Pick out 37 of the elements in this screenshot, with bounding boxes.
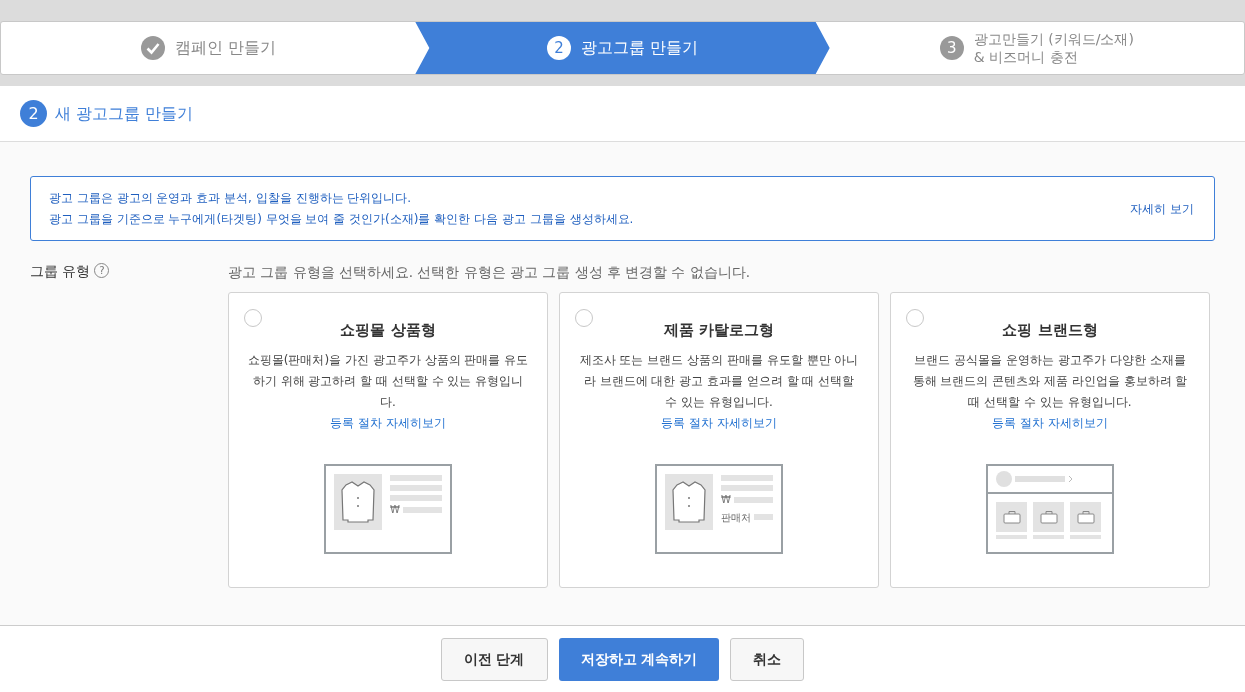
step-label: 광고그룹 만들기: [580, 37, 699, 59]
procedure-link[interactable]: 등록 절차 자세히보기: [330, 412, 446, 434]
footer-button[interactable]: 이전 단계: [440, 637, 548, 681]
step-label: & 비즈머니 충전: [973, 48, 1079, 66]
group-type-card[interactable]: 제품 카탈로그형 제조사 또는 브랜드 상품의 판매를 유도할 뿐만 아니라 브랜드에 대한 광고 효과를 얻으려 할 때 선택할 수 있는 유형입니다. 등록 절차 자세히보기 ₩ 판매처: [559, 292, 879, 589]
group-type-card[interactable]: 쇼핑몰 상품형 쇼핑몰(판매처)을 가진 광고주가 상품의 판매를 유도하기 위해 광고하려 할 때 선택할 수 있는 유형입니다. 등록 절차 자세히보기 ₩: [228, 292, 548, 589]
group-type-card[interactable]: 쇼핑 브랜드형 브랜드 공식몰을 운영하는 광고주가 다양한 소재를 통해 브랜드의 콘텐츠와 제품 라인업을 홍보하려 할 때 선택할 수 있는 유형입니다. 등록 절차 자세히보기: [890, 292, 1210, 589]
step-tab[interactable]: 3 광고만들기 (키워드/소재) & 비즈머니 충전: [829, 22, 1244, 74]
seller-label: 판매처: [721, 511, 751, 523]
info-text: 광고 그룹은 광고의 운영과 효과 분석, 입찰을 진행하는 단위입니다.: [49, 190, 413, 207]
procedure-link[interactable]: 등록 절차 자세히보기: [661, 412, 777, 434]
card-title: 쇼핑몰 상품형: [340, 320, 436, 342]
step-number: 3: [939, 36, 964, 60]
card-title: 제품 카탈로그형: [663, 320, 775, 342]
group-type-instruction: 광고 그룹 유형을 선택하세요. 선택한 유형은 광고 그룹 생성 후 변경할 수 없습니다.: [228, 263, 752, 282]
currency-symbol: ₩: [390, 504, 400, 515]
info-text: 광고 그룹을 기준으로 누구에게(타겟팅) 무엇을 보여 줄 것인가(소재)를 확인한 다음 광고 그룹을 생성하세요.: [49, 211, 634, 228]
details-link[interactable]: 자세히 보기: [1130, 199, 1194, 218]
step-label: 캠페인 만들기: [174, 37, 276, 59]
card-description: 제조사 또는 브랜드 상품의 판매를 유도할 뿐만 아니라 브랜드에 대한 광고 효과를 얻으려 할 때 선택할 수 있는 유형입니다.: [578, 351, 860, 411]
step-tab[interactable]: 2 광고그룹 만들기: [415, 22, 830, 74]
shirt-icon: [671, 479, 707, 524]
currency-symbol: ₩: [721, 494, 731, 505]
section-number: 2: [20, 100, 47, 127]
group-type-label: 그룹 유형: [30, 262, 91, 281]
procedure-link[interactable]: 등록 절차 자세히보기: [992, 412, 1108, 434]
step-tab[interactable]: 캠페인 만들기: [1, 22, 416, 74]
step-number: 2: [546, 36, 571, 60]
footer-button[interactable]: 저장하고 계속하기: [558, 637, 720, 681]
section-title: 새 광고그룹 만들기: [55, 102, 194, 125]
shirt-icon: [340, 479, 376, 524]
step-label: 광고만들기 (키워드/소재): [973, 30, 1134, 48]
card-description: 브랜드 공식몰을 운영하는 광고주가 다양한 소재를 통해 브랜드의 콘텐츠와 제품 라인업을 홍보하려 할 때 선택할 수 있는 유형입니다.: [911, 351, 1189, 411]
card-title: 쇼핑 브랜드형: [1002, 320, 1098, 342]
check-icon: [140, 36, 165, 60]
card-description: 쇼핑몰(판매처)을 가진 광고주가 상품의 판매를 유도하기 위해 광고하려 할 때 선택할 수 있는 유형입니다.: [247, 351, 529, 411]
footer-button[interactable]: 취소: [730, 637, 805, 681]
